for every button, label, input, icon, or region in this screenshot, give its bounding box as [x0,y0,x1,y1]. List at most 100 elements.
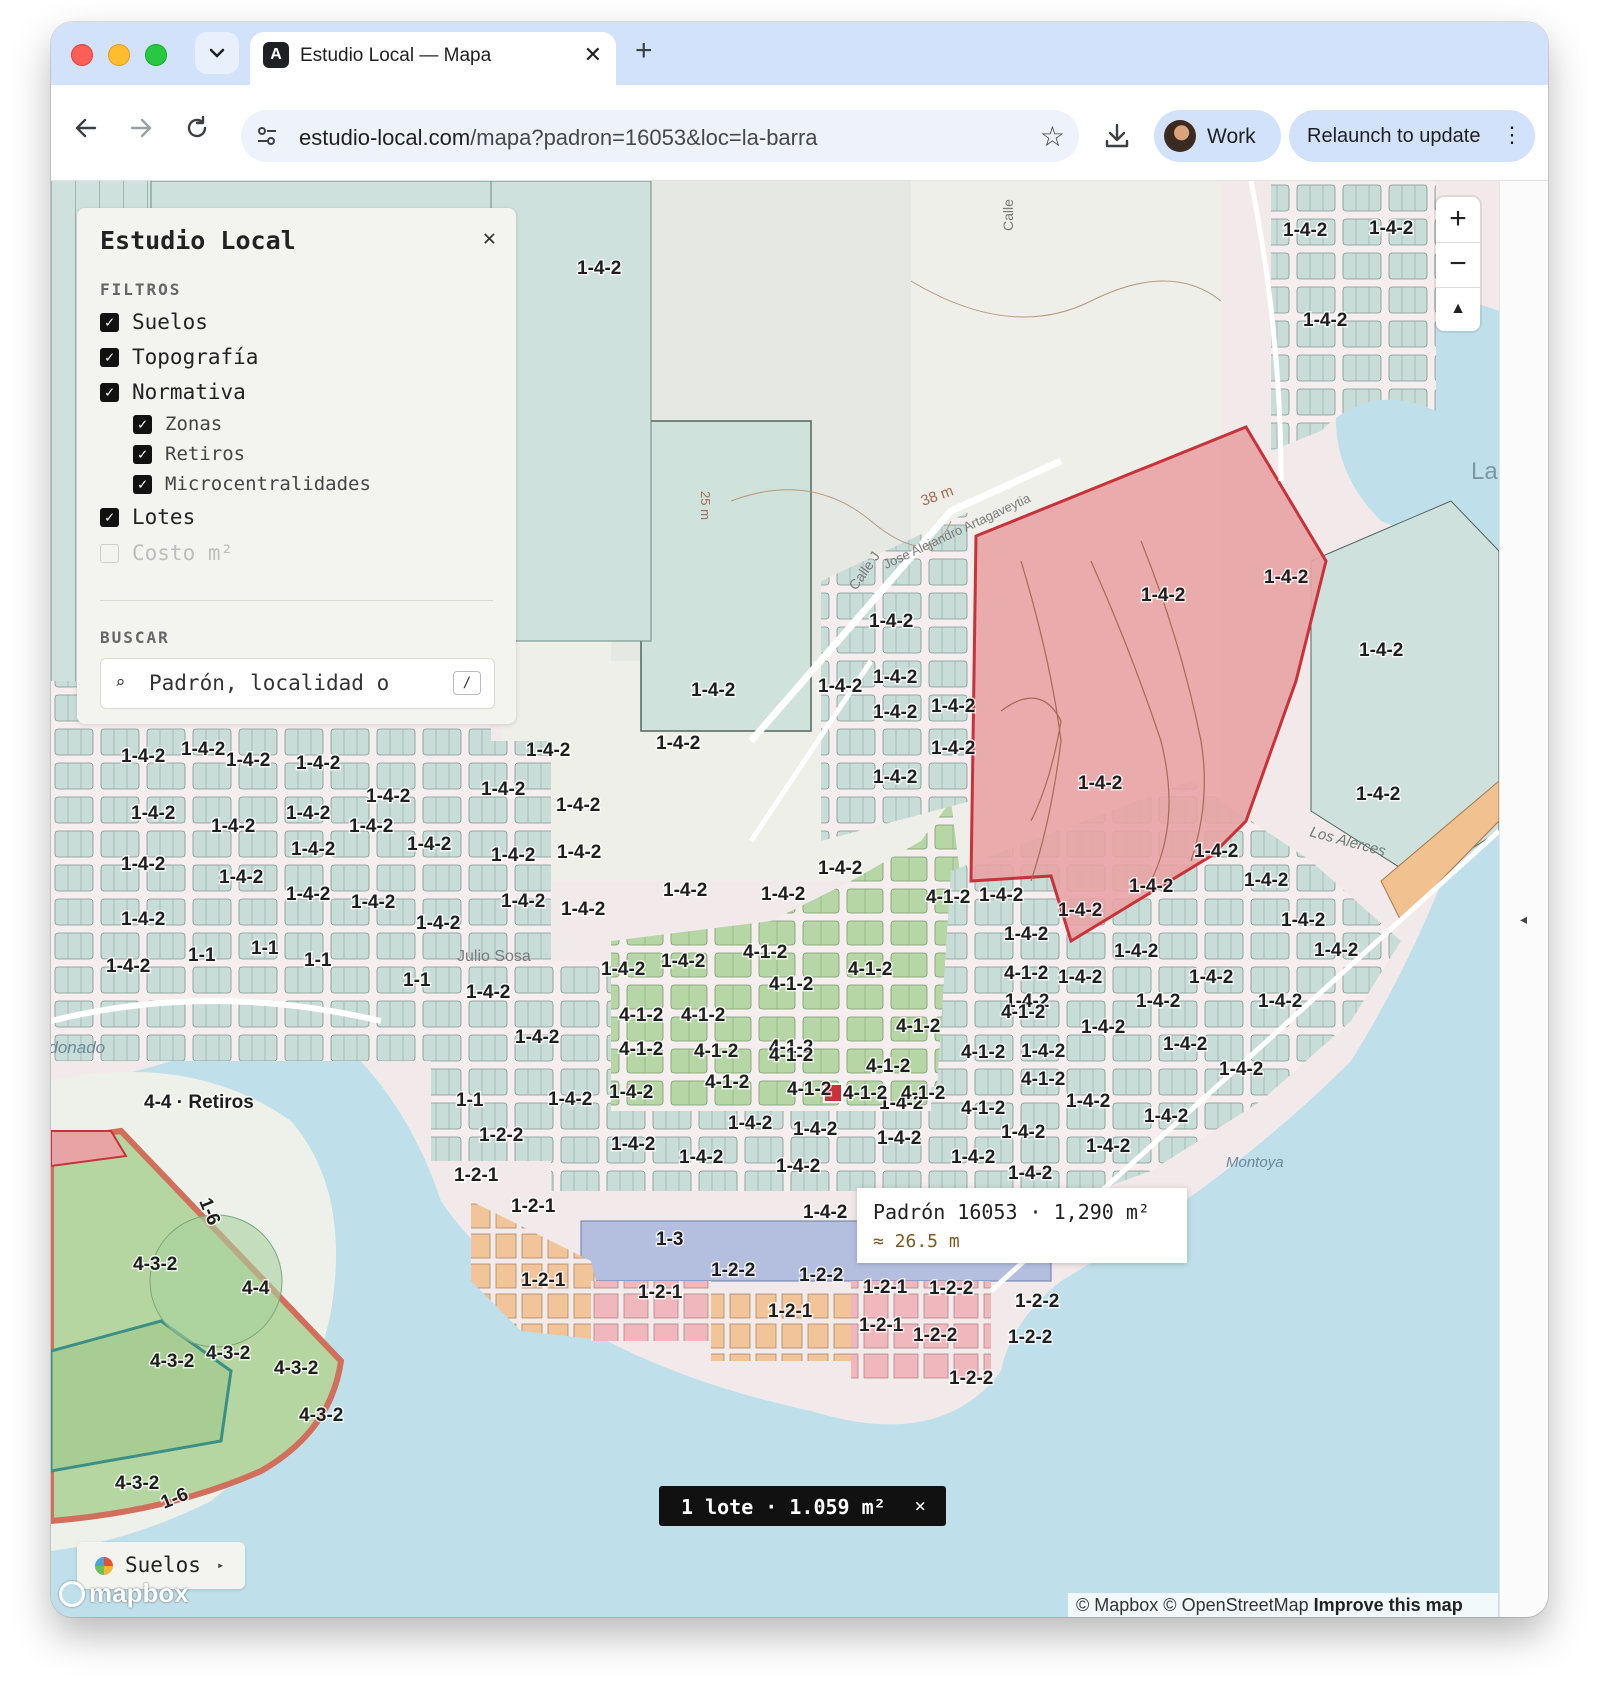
relaunch-label: Relaunch to update [1307,125,1481,147]
filter-retiros[interactable]: ✓ Retiros [133,443,245,465]
clear-selection-icon[interactable]: × [915,1495,926,1517]
tab-active[interactable]: A Estudio Local — Mapa ✕ [250,32,616,85]
zone-label: 1-4-2 [481,779,525,800]
zone-label: 1-4-2 [1244,870,1288,891]
checkbox-checked-icon[interactable]: ✓ [100,347,119,367]
improve-map-link[interactable]: Improve this map [1314,1595,1463,1615]
search-icon: ⌕ [115,673,126,693]
zone-label: 4-1-2 [926,887,970,908]
url-text[interactable]: estudio-local.com/mapa?padron=16053&loc=… [299,125,818,151]
mapbox-logo[interactable]: mapbox [59,1578,189,1609]
zone-label: 1-4-2 [873,702,917,723]
zone-label: 1-4-2 [131,803,175,824]
zone-label: 1-1 [251,938,279,959]
zone-label: 4-1-2 [619,1039,663,1060]
zone-label: 1-4-2 [416,913,460,934]
zone-label: 1-2-2 [799,1265,843,1286]
checkbox-checked-icon[interactable]: ✓ [100,382,119,402]
zone-label: 1-4-2 [691,680,735,701]
zone-label: 4-1-2 [901,1083,945,1104]
relaunch-button[interactable]: Relaunch to update ⋮ [1289,110,1535,162]
filter-costo[interactable]: Costo m² [100,541,233,565]
filter-label: Microcentralidades [165,473,371,495]
checkbox-checked-icon[interactable]: ✓ [100,507,119,527]
more-menu-icon[interactable]: ⋮ [1501,122,1523,148]
zone-label: 1-2-1 [638,1282,683,1303]
zoom-out-button[interactable]: − [1436,242,1480,286]
collapse-arrow-icon[interactable]: ◂ [1520,911,1527,928]
zone-label: 1-4-2 [931,738,975,759]
download-icon[interactable] [1103,122,1131,150]
zone-label: 4-3-2 [206,1343,250,1364]
filter-lotes[interactable]: ✓ Lotes [100,505,195,529]
reload-icon[interactable] [184,115,210,141]
zone-label: 4-1-2 [787,1079,831,1100]
zone-label: 1-4-2 [1141,585,1185,606]
filter-topografia[interactable]: ✓ Topografía [100,345,258,369]
chevron-down-icon [209,48,225,58]
zone-label: 1-4-2 [793,1119,837,1140]
zone-label: 4-1-2 [681,1005,725,1026]
checkbox-checked-icon[interactable]: ✓ [133,444,152,464]
zone-label: 1-4-2 [1004,924,1048,945]
tab-search-button[interactable] [195,32,239,74]
zone-label: 1-4-2 [407,834,451,855]
compass-icon[interactable]: ▲ [1436,287,1480,331]
tab-close-icon[interactable]: ✕ [584,42,602,68]
zone-label: 1-4-2 [1283,220,1327,241]
filter-label: Costo m² [132,541,234,565]
zone-label: 1-4-2 [561,899,605,920]
zone-label: 1-4-2 [501,891,545,912]
filter-microcentralidades[interactable]: ✓ Microcentralidades [133,473,371,495]
zone-label: 1-2-2 [949,1368,993,1389]
zone-label: 1-1 [188,945,216,966]
zone-label: 1-4-2 [106,956,150,977]
zone-label: 1-4-2 [1264,567,1308,588]
address-bar[interactable]: estudio-local.com/mapa?padron=16053&loc=… [241,110,1079,162]
zone-label: 1-4-2 [609,1082,653,1103]
filter-suelos[interactable]: ✓ Suelos [100,310,208,334]
checkbox-checked-icon[interactable]: ✓ [133,414,152,434]
filter-label: Zonas [165,413,223,435]
zone-label: 1-4-2 [1078,773,1122,794]
filter-zonas[interactable]: ✓ Zonas [133,413,222,435]
zone-label: 4-1-2 [961,1098,1005,1119]
zone-label: 1-4-2 [869,611,913,632]
checkbox-checked-icon[interactable]: ✓ [100,312,119,332]
bookmark-star-icon[interactable]: ☆ [1040,120,1065,153]
new-tab-button[interactable]: + [635,36,653,66]
close-window-button[interactable] [71,44,93,66]
zone-label: 1-4-2 [1314,940,1358,961]
zone-label: 1-4-2 [1194,841,1238,862]
selection-summary[interactable]: 1 lote · 1.059 m² × [659,1486,946,1526]
forward-icon[interactable] [128,115,154,141]
title-bar: A Estudio Local — Mapa ✕ + [51,22,1548,85]
map-attribution: © Mapbox © OpenStreetMap Improve this ma… [1068,1593,1498,1617]
site-settings-icon[interactable] [255,124,279,148]
back-icon[interactable] [73,115,99,141]
zone-label: 1-4-2 [601,959,645,980]
search-box[interactable]: ⌕ / [100,658,495,709]
filter-label: Topografía [132,345,259,369]
profile-button[interactable]: Work [1154,110,1281,162]
place-label-la: La [1471,458,1498,485]
filter-label: Retiros [165,443,246,465]
filter-normativa[interactable]: ✓ Normativa [100,380,246,404]
zone-label: 1-4-2 [873,667,917,688]
checkbox-unchecked-icon[interactable] [100,543,119,563]
zone-label: 1-2-1 [859,1315,904,1336]
search-input[interactable] [147,670,446,696]
zone-label: 1-4-2 [1189,967,1233,988]
zoom-in-button[interactable]: + [1436,197,1480,241]
panel-close-icon[interactable]: ✕ [483,226,496,251]
maximize-window-button[interactable] [145,44,167,66]
zone-label: 1-4-2 [661,951,705,972]
street-label-calle: Calle [1000,199,1016,231]
zone-label: 1-4-2 [1281,910,1325,931]
zone-label: 1-4-2 [818,858,862,879]
minimize-window-button[interactable] [108,44,130,66]
attribution-links[interactable]: © Mapbox © OpenStreetMap [1076,1595,1309,1615]
checkbox-checked-icon[interactable]: ✓ [133,474,152,494]
zone-label: 1-1 [304,950,332,971]
zone-label: 1-1 [456,1090,484,1111]
